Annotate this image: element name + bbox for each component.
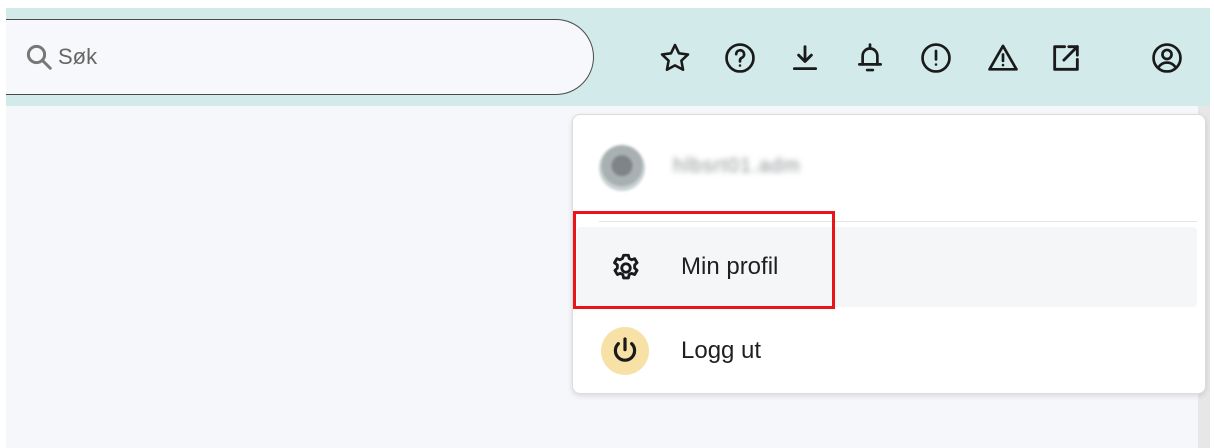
right-margin (1210, 0, 1214, 448)
search-box[interactable] (6, 19, 594, 95)
external-link-icon[interactable] (1049, 41, 1083, 75)
star-icon[interactable] (658, 41, 692, 75)
download-icon[interactable] (788, 41, 822, 75)
search-icon (26, 44, 52, 70)
left-margin (0, 0, 6, 448)
my-profile-label: Min profil (681, 253, 779, 280)
help-icon[interactable] (723, 41, 757, 75)
gear-icon (613, 253, 639, 280)
menu-divider (599, 221, 1197, 222)
menu-item-logout[interactable]: Logg ut (577, 311, 1197, 387)
top-bar (6, 8, 1210, 106)
search-input[interactable] (58, 40, 558, 74)
info-alert-icon[interactable] (919, 41, 953, 75)
avatar (599, 145, 645, 191)
user-account-icon[interactable] (1150, 41, 1184, 75)
app-page: hlbsrt01.adm Min profil Logg ut (0, 0, 1214, 448)
bell-icon[interactable] (853, 41, 887, 75)
warning-icon[interactable] (986, 41, 1020, 75)
username: hlbsrt01.adm (673, 155, 801, 177)
menu-item-my-profile[interactable]: Min profil (577, 227, 1197, 307)
user-menu-dropdown: hlbsrt01.adm Min profil Logg ut (572, 114, 1206, 394)
power-icon (613, 337, 637, 362)
logout-label: Logg ut (681, 337, 762, 364)
logout-icon-circle (601, 327, 649, 375)
user-info: hlbsrt01.adm (573, 115, 1205, 221)
